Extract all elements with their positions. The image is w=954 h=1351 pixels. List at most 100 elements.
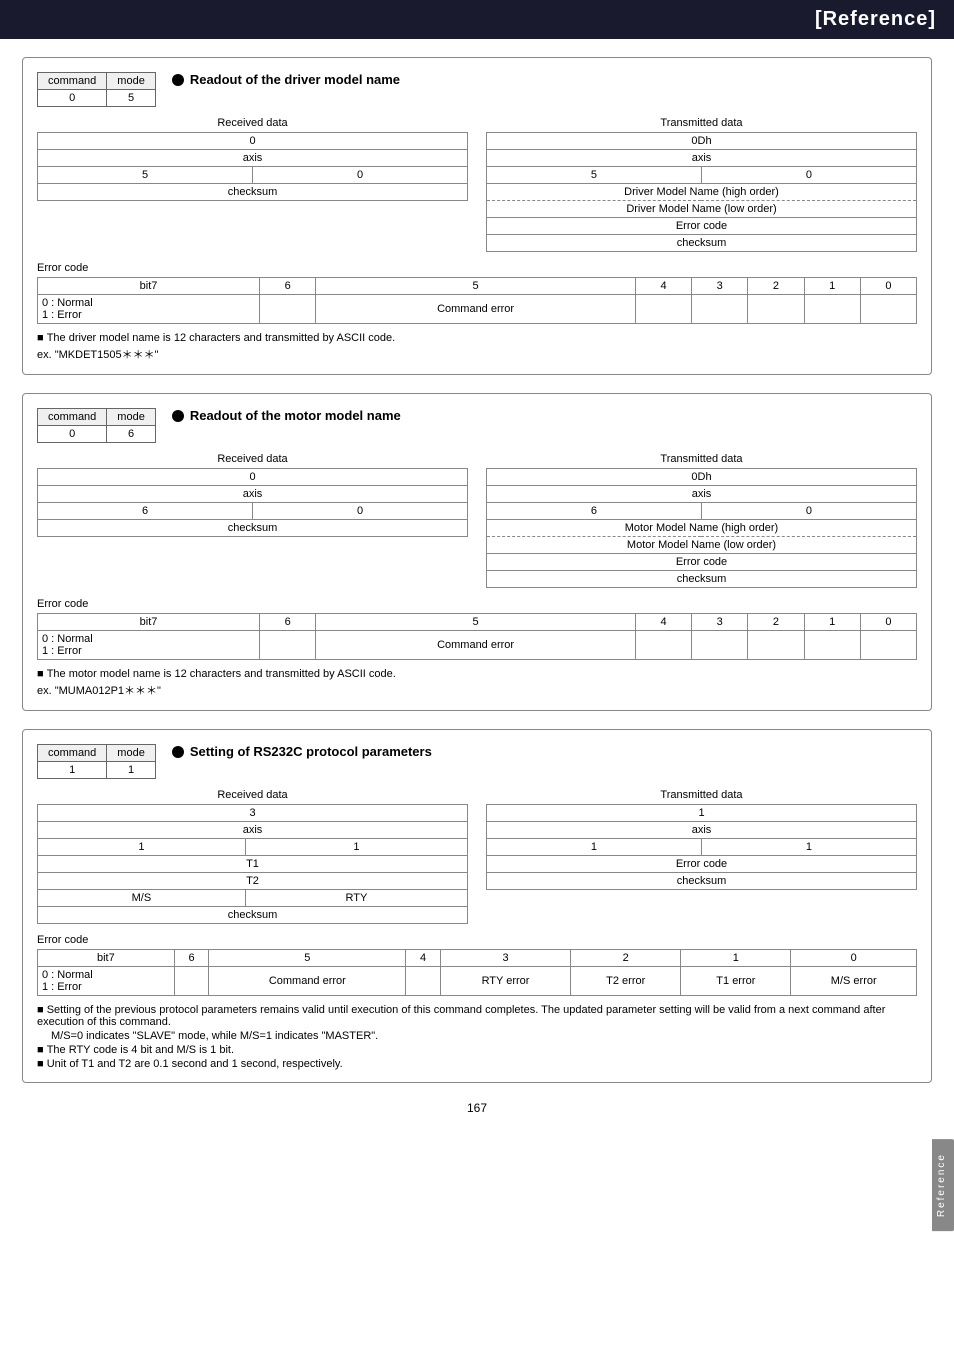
bullet-icon-3 (172, 746, 184, 758)
table-row: 0Dh (487, 469, 917, 486)
transmitted-title-1: Transmitted data (486, 117, 917, 129)
bullet-icon-1 (172, 74, 184, 86)
notes-1: The driver model name is 12 characters a… (37, 332, 917, 362)
received-title-3: Received data (37, 789, 468, 801)
mode-label-1: mode (107, 73, 156, 90)
error-section-3: Error code bit76543210 0 : Normal1 : Err… (37, 934, 917, 996)
table-row: T2 (38, 873, 468, 890)
notes-2: The motor model name is 12 characters an… (37, 668, 917, 698)
mode-val-2: 6 (107, 426, 156, 443)
received-block-2: Received data 0 axis 60 checksum (37, 453, 468, 588)
mode-label-3: mode (107, 745, 156, 762)
notes-3: Setting of the previous protocol paramet… (37, 1004, 917, 1070)
error-table-1: bit76543210 0 : Normal1 : Error Command … (37, 277, 917, 324)
received-title-1: Received data (37, 117, 468, 129)
mode-val-1: 5 (107, 90, 156, 107)
table-row: 50 (38, 167, 468, 184)
cmd-mode-table-2: command mode 0 6 (37, 408, 156, 443)
received-table-2: 0 axis 60 checksum (37, 468, 468, 537)
table-row: Error code (487, 218, 917, 235)
side-tab: Reference (932, 1139, 954, 1231)
transmitted-block-2: Transmitted data 0Dh axis 60 Motor Model… (486, 453, 917, 588)
transmitted-table-3: 1 axis 11 Error code checksum (486, 804, 917, 890)
page-content: command mode 0 5 Readout of the driver m… (0, 39, 954, 1133)
received-title-2: Received data (37, 453, 468, 465)
received-block-3: Received data 3 axis 11 T1 T2 M/SRTY che… (37, 789, 468, 924)
note-3-3: The RTY code is 4 bit and M/S is 1 bit. (37, 1044, 917, 1056)
table-row: bit76543210 (38, 278, 917, 295)
cmd-mode-row-3: command mode 1 1 Setting of RS232C proto… (37, 744, 917, 779)
data-tables-3: Received data 3 axis 11 T1 T2 M/SRTY che… (37, 789, 917, 924)
error-table-2: bit76543210 0 : Normal1 : Error Command … (37, 613, 917, 660)
table-row: 0 : Normal1 : Error Command error RTY er… (38, 967, 917, 996)
note-3-2: M/S=0 indicates "SLAVE" mode, while M/S=… (51, 1030, 917, 1042)
side-tab-text: Reference (936, 1153, 947, 1217)
table-row: 0 (38, 469, 468, 486)
section-title-text-1: Readout of the driver model name (190, 72, 400, 87)
table-row: axis (487, 150, 917, 167)
error-table-3: bit76543210 0 : Normal1 : Error Command … (37, 949, 917, 996)
table-row: Driver Model Name (low order) (487, 201, 917, 218)
transmitted-table-1: 0Dh axis 50 Driver Model Name (high orde… (486, 132, 917, 252)
table-row: Motor Model Name (low order) (487, 537, 917, 554)
table-row: 0 : Normal1 : Error Command error (38, 631, 917, 660)
table-row: 60 (38, 503, 468, 520)
transmitted-title-2: Transmitted data (486, 453, 917, 465)
table-row: T1 (38, 856, 468, 873)
received-table-1: 0 axis 50 checksum (37, 132, 468, 201)
table-row: axis (487, 822, 917, 839)
table-row: M/SRTY (38, 890, 468, 907)
page-header: [Reference] (0, 0, 954, 39)
transmitted-block-3: Transmitted data 1 axis 11 Error code ch… (486, 789, 917, 924)
table-row: axis (487, 486, 917, 503)
section-title-3: Setting of RS232C protocol parameters (172, 744, 432, 759)
error-label-3: Error code (37, 934, 917, 946)
table-row: 0Dh (487, 133, 917, 150)
table-row: checksum (487, 571, 917, 588)
cmd-mode-row-2: command mode 0 6 Readout of the motor mo… (37, 408, 917, 443)
page-number: 167 (22, 1101, 932, 1115)
cmd-label-2: command (38, 409, 107, 426)
table-row: Motor Model Name (high order) (487, 520, 917, 537)
page-number-text: 167 (467, 1101, 487, 1115)
table-row: 3 (38, 805, 468, 822)
received-block-1: Received data 0 axis 50 checksum (37, 117, 468, 252)
section-driver-model: command mode 0 5 Readout of the driver m… (22, 57, 932, 375)
table-row: checksum (38, 184, 468, 201)
table-row: bit76543210 (38, 614, 917, 631)
table-row: 0 (38, 133, 468, 150)
table-row: checksum (487, 873, 917, 890)
table-row: bit76543210 (38, 950, 917, 967)
received-table-3: 3 axis 11 T1 T2 M/SRTY checksum (37, 804, 468, 924)
cmd-mode-row-1: command mode 0 5 Readout of the driver m… (37, 72, 917, 107)
note-2-1: The motor model name is 12 characters an… (37, 668, 917, 680)
section-title-1: Readout of the driver model name (172, 72, 400, 87)
transmitted-block-1: Transmitted data 0Dh axis 50 Driver Mode… (486, 117, 917, 252)
error-section-1: Error code bit76543210 0 : Normal1 : Err… (37, 262, 917, 324)
table-row: axis (38, 150, 468, 167)
header-title: [Reference] (815, 8, 936, 30)
note-3-1: Setting of the previous protocol paramet… (37, 1004, 917, 1028)
cmd-mode-table-3: command mode 1 1 (37, 744, 156, 779)
data-tables-2: Received data 0 axis 60 checksum Transmi… (37, 453, 917, 588)
table-row: checksum (38, 907, 468, 924)
bullet-icon-2 (172, 410, 184, 422)
note-3-4: Unit of T1 and T2 are 0.1 second and 1 s… (37, 1058, 917, 1070)
transmitted-title-3: Transmitted data (486, 789, 917, 801)
table-row: 11 (38, 839, 468, 856)
note-1-2: ex. "MKDET1505＊＊＊" (37, 346, 917, 362)
table-row: 50 (487, 167, 917, 184)
table-row: axis (38, 486, 468, 503)
data-tables-1: Received data 0 axis 50 checksum Transmi… (37, 117, 917, 252)
cmd-mode-table-1: command mode 0 5 (37, 72, 156, 107)
table-row: 11 (487, 839, 917, 856)
mode-val-3: 1 (107, 762, 156, 779)
table-row: Error code (487, 554, 917, 571)
table-row: 1 (487, 805, 917, 822)
table-row: Error code (487, 856, 917, 873)
table-row: axis (38, 822, 468, 839)
error-label-1: Error code (37, 262, 917, 274)
section-title-2: Readout of the motor model name (172, 408, 401, 423)
table-row: 60 (487, 503, 917, 520)
section-title-text-2: Readout of the motor model name (190, 408, 401, 423)
